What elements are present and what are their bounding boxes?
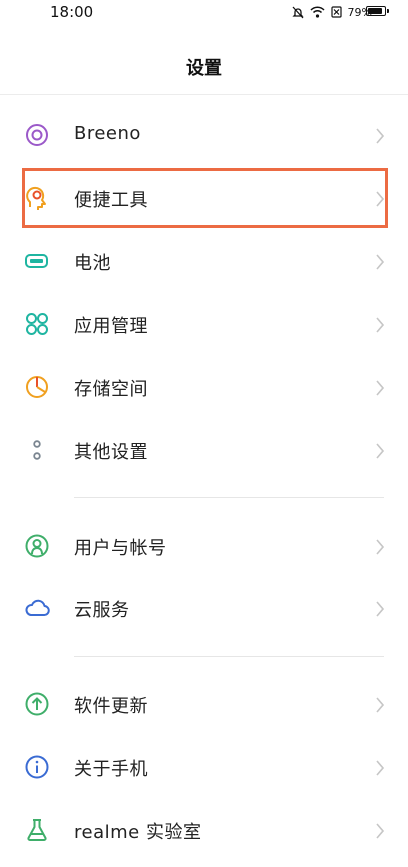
chevron-right-icon xyxy=(376,254,385,270)
app-management-icon xyxy=(26,313,48,335)
settings-item-about-phone[interactable]: 关于手机 xyxy=(0,737,408,799)
settings-item-label: 其他设置 xyxy=(74,442,148,463)
settings-item-label: 应用管理 xyxy=(74,316,148,337)
settings-item-user-account[interactable]: 用户与帐号 xyxy=(0,516,408,578)
chevron-right-icon xyxy=(376,760,385,776)
other-settings-icon xyxy=(33,440,41,460)
settings-item-software-update[interactable]: 软件更新 xyxy=(0,674,408,736)
chevron-right-icon xyxy=(376,317,385,333)
realme-lab-icon xyxy=(27,819,47,841)
settings-item-label: 用户与帐号 xyxy=(74,538,167,559)
settings-item-label: 存储空间 xyxy=(74,379,148,400)
status-icons: 79% xyxy=(291,4,372,20)
chevron-right-icon xyxy=(376,128,385,144)
settings-item-realme-lab[interactable]: realme 实验室 xyxy=(0,800,408,862)
settings-item-label: 软件更新 xyxy=(74,696,148,717)
settings-item-other-settings[interactable]: 其他设置 xyxy=(0,420,408,482)
header-divider xyxy=(0,94,408,95)
status-time: 18:00 xyxy=(50,3,94,21)
section-divider xyxy=(74,497,384,498)
chevron-right-icon xyxy=(376,823,385,839)
settings-item-battery[interactable]: 电池 xyxy=(0,231,408,293)
settings-item-label: realme 实验室 xyxy=(74,822,202,843)
section-divider xyxy=(74,656,384,657)
settings-item-label: 云服务 xyxy=(74,600,130,621)
mute-bell-icon xyxy=(291,6,304,18)
wifi-icon xyxy=(310,6,325,18)
settings-item-app-management[interactable]: 应用管理 xyxy=(0,294,408,356)
battery-icon xyxy=(25,254,48,268)
settings-item-cloud-service[interactable]: 云服务 xyxy=(0,578,408,640)
settings-item-storage[interactable]: 存储空间 xyxy=(0,357,408,419)
about-phone-icon xyxy=(25,755,49,779)
highlight-box xyxy=(22,168,388,228)
settings-item-label: 关于手机 xyxy=(74,759,148,780)
chevron-right-icon xyxy=(376,601,385,617)
user-account-icon xyxy=(25,534,49,558)
settings-item-label: 电池 xyxy=(74,253,111,274)
chevron-right-icon xyxy=(376,539,385,555)
settings-item-breeno[interactable]: Breeno xyxy=(0,105,408,167)
no-sim-icon xyxy=(330,6,342,18)
storage-icon xyxy=(26,376,48,398)
status-bar: 18:00 79% xyxy=(0,0,408,26)
battery-level-icon xyxy=(366,6,389,16)
software-update-icon xyxy=(25,692,49,716)
cloud-service-icon xyxy=(25,599,50,616)
breeno-icon xyxy=(26,124,48,146)
chevron-right-icon xyxy=(376,697,385,713)
page-title: 设置 xyxy=(186,58,222,79)
chevron-right-icon xyxy=(376,380,385,396)
settings-item-label: Breeno xyxy=(74,123,141,144)
chevron-right-icon xyxy=(376,443,385,459)
